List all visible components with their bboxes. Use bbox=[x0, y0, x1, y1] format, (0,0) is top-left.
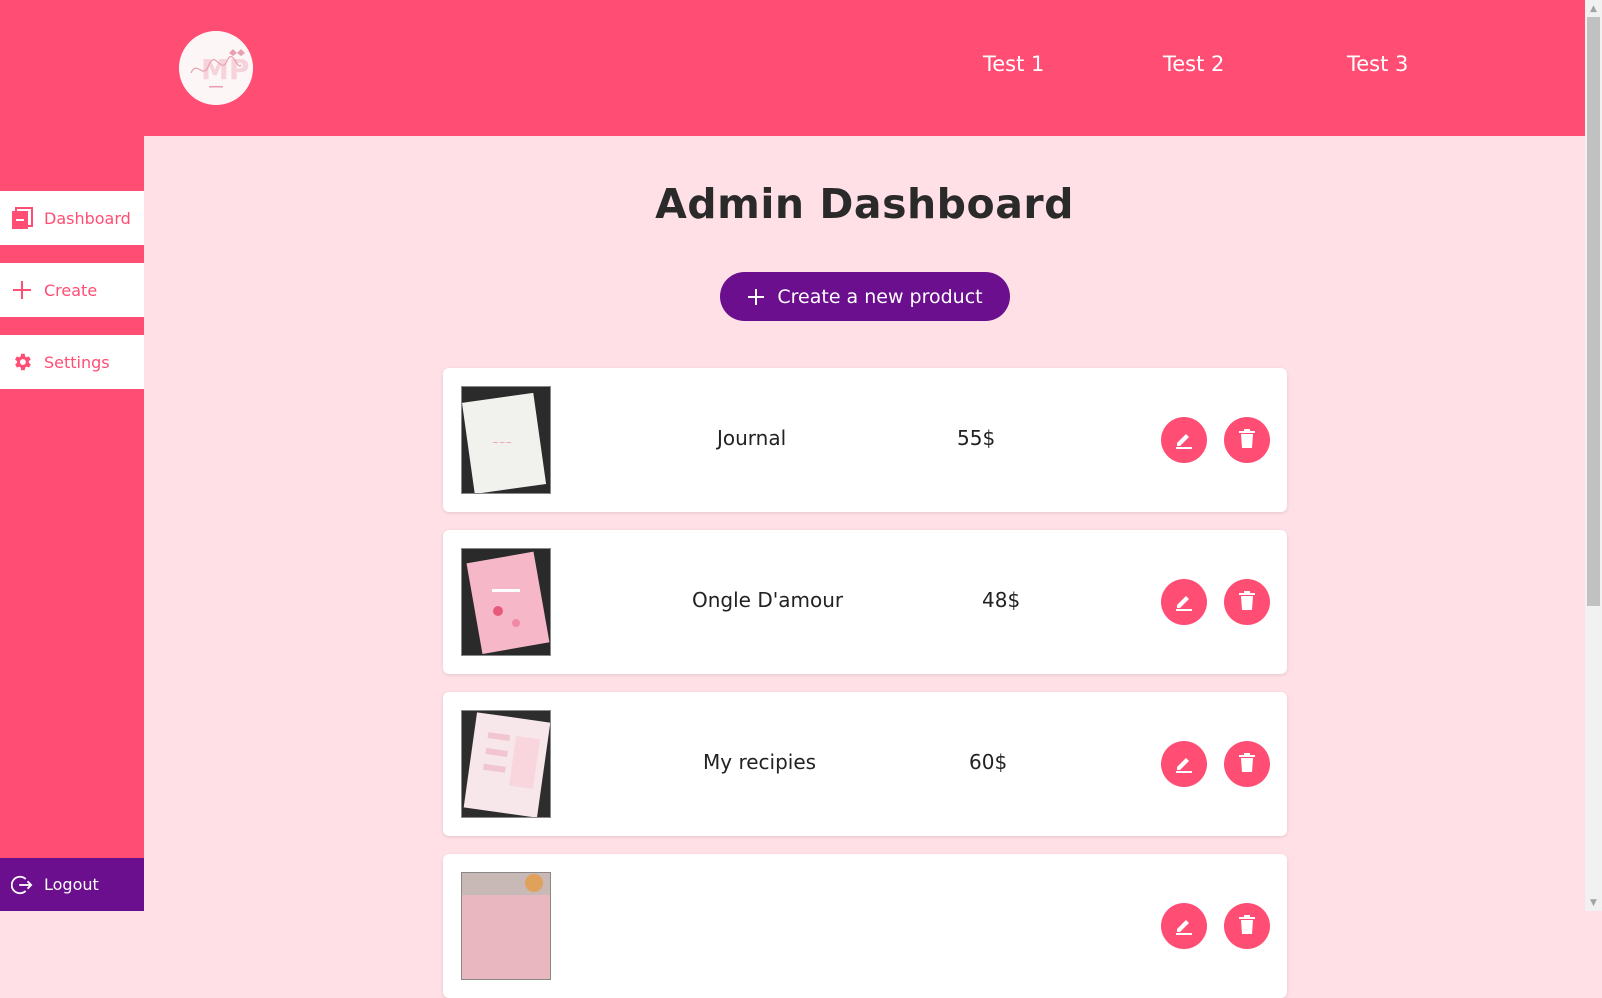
trash-icon bbox=[1237, 914, 1257, 939]
product-price: 48$ bbox=[982, 588, 1021, 612]
sidebar-item-settings[interactable]: Settings bbox=[0, 335, 144, 389]
product-card: My recipies 60$ bbox=[443, 692, 1287, 836]
plus-icon bbox=[747, 288, 765, 306]
top-header: MP Test 1 Test 2 Test 3 bbox=[0, 0, 1585, 136]
pencil-icon bbox=[1173, 914, 1195, 939]
svg-text:MP: MP bbox=[201, 53, 249, 86]
product-thumbnail bbox=[461, 872, 551, 980]
sidebar-item-create[interactable]: Create bbox=[0, 263, 144, 317]
product-card: Ongle D'amour 48$ bbox=[443, 530, 1287, 674]
sidebar-item-label: Create bbox=[44, 280, 98, 300]
edit-button[interactable] bbox=[1161, 903, 1207, 949]
product-price: 55$ bbox=[957, 426, 996, 450]
edit-button[interactable] bbox=[1161, 741, 1207, 787]
logout-button[interactable]: Logout bbox=[0, 858, 144, 911]
trash-icon bbox=[1237, 428, 1257, 453]
sidebar-item-label: Dashboard bbox=[44, 208, 131, 228]
delete-button[interactable] bbox=[1224, 579, 1270, 625]
edit-button[interactable] bbox=[1161, 579, 1207, 625]
product-name: Journal bbox=[717, 426, 787, 450]
trash-icon bbox=[1237, 590, 1257, 615]
sidebar: Dashboard Create Settings bbox=[0, 136, 144, 911]
product-card bbox=[443, 854, 1287, 998]
logout-icon bbox=[10, 873, 34, 897]
create-product-button[interactable]: Create a new product bbox=[720, 272, 1010, 321]
nav-link-test-2[interactable]: Test 2 bbox=[1163, 52, 1224, 76]
scrollbar-thumb[interactable] bbox=[1587, 17, 1600, 606]
page-title: Admin Dashboard bbox=[655, 180, 1074, 228]
brand-logo-image: MP bbox=[179, 31, 253, 105]
product-card: ~~~ Journal 55$ bbox=[443, 368, 1287, 512]
product-name: My recipies bbox=[703, 750, 817, 774]
logout-label: Logout bbox=[44, 875, 99, 894]
delete-button[interactable] bbox=[1224, 417, 1270, 463]
delete-button[interactable] bbox=[1224, 903, 1270, 949]
create-product-label: Create a new product bbox=[777, 285, 983, 308]
scroll-up-arrow-icon[interactable]: ▲ bbox=[1585, 0, 1602, 17]
delete-button[interactable] bbox=[1224, 741, 1270, 787]
edit-button[interactable] bbox=[1161, 417, 1207, 463]
pencil-icon bbox=[1173, 428, 1195, 453]
pencil-icon bbox=[1173, 590, 1195, 615]
dashboard-icon bbox=[10, 206, 34, 230]
brand-logo[interactable]: MP bbox=[179, 31, 253, 105]
product-name: Ongle D'amour bbox=[692, 588, 844, 612]
gear-icon bbox=[10, 350, 34, 374]
sidebar-item-dashboard[interactable]: Dashboard bbox=[0, 191, 144, 245]
svg-text:~~~: ~~~ bbox=[492, 438, 512, 447]
nav-link-test-3[interactable]: Test 3 bbox=[1347, 52, 1408, 76]
scroll-down-arrow-icon[interactable]: ▼ bbox=[1585, 894, 1602, 911]
product-price: 60$ bbox=[969, 750, 1008, 774]
sidebar-item-label: Settings bbox=[44, 352, 110, 372]
product-thumbnail bbox=[461, 548, 551, 656]
trash-icon bbox=[1237, 752, 1257, 777]
product-thumbnail: ~~~ bbox=[461, 386, 551, 494]
vertical-scrollbar[interactable]: ▲ ▼ bbox=[1585, 0, 1602, 911]
product-thumbnail bbox=[461, 710, 551, 818]
plus-icon bbox=[10, 278, 34, 302]
nav-link-test-1[interactable]: Test 1 bbox=[983, 52, 1044, 76]
pencil-icon bbox=[1173, 752, 1195, 777]
